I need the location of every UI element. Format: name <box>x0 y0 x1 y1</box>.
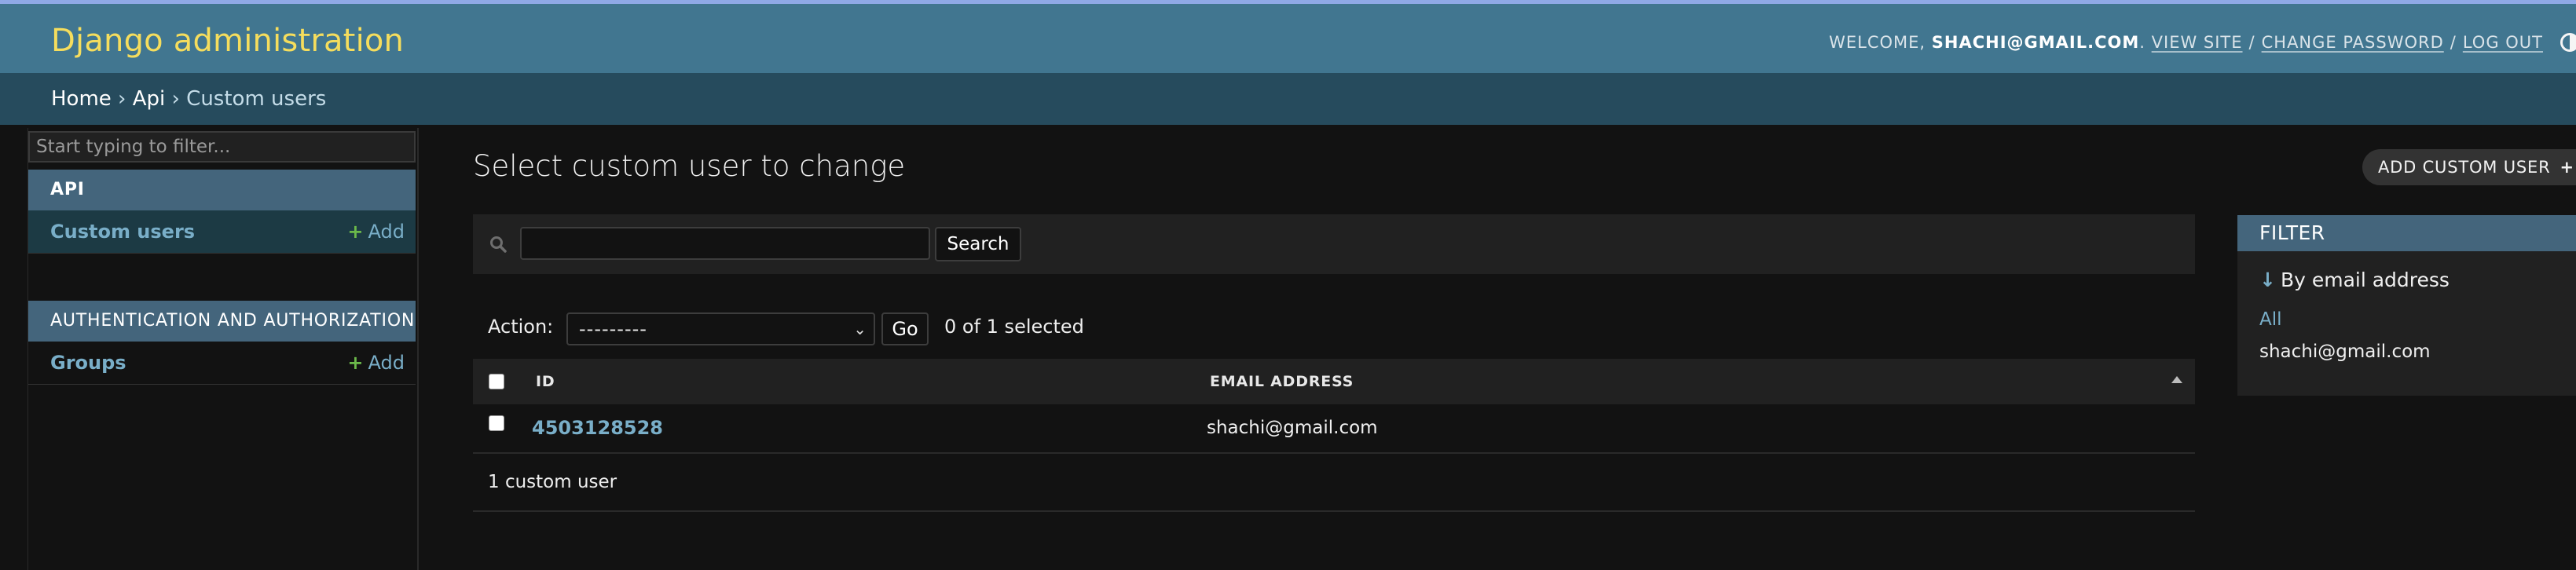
breadcrumb-current: Custom users <box>186 87 327 111</box>
model-link-groups[interactable]: Groups <box>50 352 126 374</box>
add-custom-user-link[interactable]: + Add <box>347 210 405 254</box>
table-header: ID EMAIL ADDRESS <box>473 359 2195 405</box>
filter-option-all[interactable]: All <box>2259 309 2282 330</box>
theme-toggle-icon[interactable] <box>2560 33 2576 52</box>
filter-heading-label: By email address <box>2280 269 2450 291</box>
change-password-link[interactable]: CHANGE PASSWORD <box>2262 33 2444 52</box>
add-button-label: ADD CUSTOM USER <box>2378 158 2551 177</box>
plus-icon: + <box>2560 158 2574 177</box>
search-toolbar: Search <box>473 214 2195 274</box>
separator: / <box>2450 33 2457 52</box>
filter-option-email[interactable]: shachi@gmail.com <box>2259 342 2431 362</box>
column-header-email[interactable]: EMAIL ADDRESS <box>1210 359 1354 404</box>
row-id-link[interactable]: 4503128528 <box>532 404 663 452</box>
search-button[interactable]: Search <box>935 227 1021 261</box>
arrow-down-icon: ↓ <box>2259 269 2276 291</box>
sidebar-item-custom-users: Custom users + Add <box>28 210 416 254</box>
action-label: Action: <box>488 316 554 338</box>
column-header-id[interactable]: ID <box>536 359 555 404</box>
result-count: 1 custom user <box>488 472 617 492</box>
select-all-checkbox[interactable] <box>489 374 504 389</box>
action-select[interactable]: --------- ⌄ <box>566 312 875 345</box>
row-email: shachi@gmail.com <box>1207 418 1378 438</box>
module-caption-api[interactable]: API <box>28 170 416 210</box>
model-link-custom-users[interactable]: Custom users <box>50 221 195 243</box>
breadcrumb-app[interactable]: Api <box>133 87 166 111</box>
sidebar-nav: Start typing to filter... API Custom use… <box>27 128 419 570</box>
breadcrumb-separator: › <box>171 87 180 111</box>
selected-count: 0 of 1 selected <box>944 316 1084 338</box>
row-checkbox[interactable] <box>489 415 504 431</box>
add-group-link[interactable]: + Add <box>347 342 405 385</box>
breadcrumb-separator: › <box>118 87 126 111</box>
add-plus-icon: + <box>347 221 364 243</box>
paginator: 1 custom user <box>473 454 2195 512</box>
breadcrumb: Home › Api › Custom users <box>0 73 2576 125</box>
action-select-value: --------- <box>579 318 647 340</box>
sort-ascending-icon[interactable] <box>2171 376 2182 383</box>
header: Django administration WELCOME, SHACHI@GM… <box>0 4 2576 73</box>
separator: / <box>2248 33 2255 52</box>
module-caption-auth[interactable]: AUTHENTICATION AND AUTHORIZATION <box>28 301 416 342</box>
breadcrumb-home[interactable]: Home <box>51 87 112 111</box>
welcome-period: . <box>2139 33 2145 52</box>
go-button[interactable]: Go <box>881 312 929 345</box>
filter-heading[interactable]: ↓ By email address <box>2259 269 2450 291</box>
add-label: Add <box>368 352 405 374</box>
welcome-text: WELCOME, <box>1829 33 1926 52</box>
search-icon <box>490 236 507 253</box>
log-out-link[interactable]: LOG OUT <box>2463 33 2543 52</box>
chevron-down-icon: ⌄ <box>853 320 867 338</box>
view-site-link[interactable]: VIEW SITE <box>2152 33 2243 52</box>
site-branding[interactable]: Django administration <box>51 23 404 59</box>
add-label: Add <box>368 221 405 243</box>
sidebar-item-groups: Groups + Add <box>28 342 416 385</box>
username: SHACHI@GMAIL.COM <box>1931 33 2140 52</box>
filter-title: FILTER <box>2237 215 2576 251</box>
table-row: 4503128528 shachi@gmail.com <box>473 404 2195 454</box>
user-tools: WELCOME, SHACHI@GMAIL.COM. VIEW SITE / C… <box>1829 29 2576 56</box>
nav-filter-input[interactable]: Start typing to filter... <box>28 131 416 163</box>
page-title: Select custom user to change <box>473 149 906 183</box>
changelist-filter: FILTER ↓ By email address All shachi@gmai… <box>2237 215 2576 396</box>
search-input[interactable] <box>520 227 930 260</box>
add-plus-icon: + <box>347 352 364 374</box>
add-custom-user-button[interactable]: ADD CUSTOM USER + <box>2362 149 2576 185</box>
